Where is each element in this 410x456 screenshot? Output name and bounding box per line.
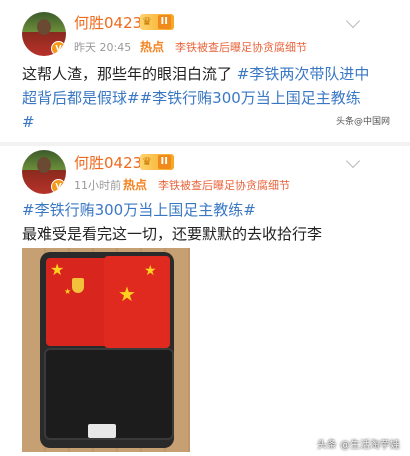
source-label: 头条@中国网 [335,117,390,127]
verified-v-icon: V [51,41,66,56]
hot-topic-link[interactable]: 李铁被查后曝足协贪腐细节 [175,39,307,55]
vip-badge: ♛ II [140,154,174,170]
crown-icon: ♛ [142,15,152,28]
hot-label: 热点 [123,178,148,192]
post-body-text: 这帮人渣，那些年的眼泪白流了 [22,65,233,83]
post-card: V 何胜0423 ♛ II 11小时前 热点 李铁被查后曝足协贪腐细节 #李铁行… [0,146,410,456]
post-photo-suitcase[interactable]: ★ ★ ★ ★ [22,248,190,452]
avatar[interactable]: V [22,12,66,56]
post-time: 昨天 20:45 [74,41,132,54]
hot-label: 热点 [140,40,165,54]
watermark: 头条 @生活淘芋娃 [316,440,400,451]
post-body-text: 最难受是看完这一切，还要默默的去收拾行李 [22,225,323,243]
vip-badge: ♛ II [140,14,174,30]
crown-icon: ♛ [142,155,152,168]
vip-level: II [157,15,171,29]
post-text: 这帮人渣，那些年的眼泪白流了 #李铁两次带队进中超背后都是假球##李铁行贿300… [22,62,372,134]
verified-v-icon: V [51,179,66,194]
avatar[interactable]: V [22,150,66,194]
post-card: V 何胜0423 ♛ II 昨天 20:45 热点 李铁被查后曝足协贪腐细节 这… [0,0,410,142]
post-text: #李铁行贿300万当上国足主教练# 最难受是看完这一切，还要默默的去收拾行李 [22,198,382,246]
hashtag-link[interactable]: #李铁行贿300万当上国足主教练# [22,198,382,222]
vip-level: II [157,155,171,169]
chevron-down-icon[interactable] [345,153,361,169]
hot-topic-link[interactable]: 李铁被查后曝足协贪腐细节 [158,177,290,193]
chevron-down-icon[interactable] [345,13,361,29]
username[interactable]: 何胜0423 [74,12,142,33]
username[interactable]: 何胜0423 [74,152,142,173]
post-time: 11小时前 [74,179,121,192]
